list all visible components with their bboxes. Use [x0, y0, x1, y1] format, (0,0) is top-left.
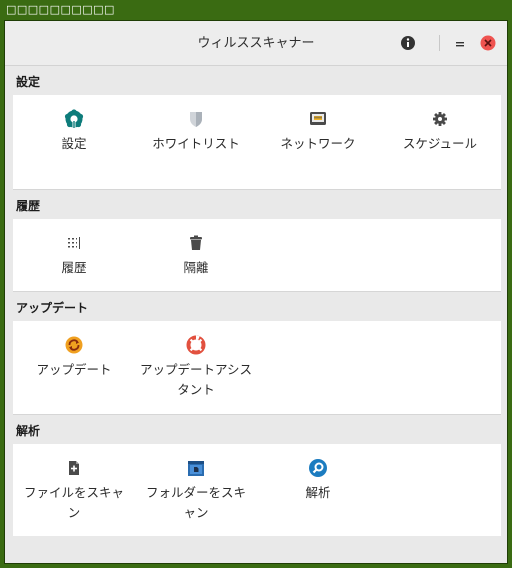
folder-icon — [188, 461, 204, 476]
trash-icon — [190, 235, 202, 250]
scan-file-item[interactable]: ファイルをスキャン — [13, 444, 135, 536]
refresh-icon — [65, 336, 83, 354]
settings-label: 設定 — [61, 136, 87, 151]
magnifier-icon — [309, 459, 327, 477]
section-title-analysis: 解析 — [16, 424, 41, 438]
quarantine-item[interactable]: 隔離 — [135, 219, 257, 291]
whitelist-label: ホワイトリスト — [152, 136, 240, 151]
window-title: ウィルススキャナー — [197, 36, 315, 51]
window-header: ウィルススキャナー — [5, 21, 507, 66]
analysis-label: 解析 — [305, 485, 331, 500]
scan-folder-item[interactable]: フォルダーをスキャン — [135, 444, 257, 536]
history-panel: 履歴 隔離 — [13, 219, 501, 292]
scan-folder-label: フォルダーをスキャン — [145, 485, 246, 520]
schedule-label: スケジュール — [402, 136, 478, 151]
whitelist-item[interactable]: ホワイトリスト — [135, 95, 257, 189]
section-title-history: 履歴 — [16, 199, 41, 213]
section-title-settings: 設定 — [16, 75, 41, 89]
section-title-update: アップデート — [16, 301, 89, 315]
network-icon — [310, 112, 326, 125]
update-label: アップデート — [36, 362, 112, 377]
history-label: 履歴 — [61, 260, 87, 275]
analysis-panel: ファイルをスキャン フォルダーをスキャン 解析 — [13, 444, 501, 536]
network-item[interactable]: ネットワーク — [257, 95, 379, 189]
shield-icon — [190, 112, 202, 127]
tool-sections: 設定 設定 ホワイトリスト ネットワーク スケジュール 履歴 履歴 隔離 アップ… — [13, 69, 501, 536]
gear-icon — [433, 112, 447, 126]
header-separator — [439, 35, 440, 51]
analysis-item[interactable]: 解析 — [257, 444, 379, 536]
minimize-icon[interactable] — [451, 34, 469, 52]
update-assistant-item[interactable]: アップデートアシスタント — [135, 321, 257, 414]
quarantine-label: 隔離 — [183, 260, 209, 275]
settings-item[interactable]: 設定 — [13, 95, 135, 189]
update-panel: アップデート アップデートアシスタント — [13, 321, 501, 415]
virus-scanner-window: ウィルススキャナー 設定 設定 ホワイトリスト ネットワーク スケジュール 履歴… — [4, 20, 508, 564]
settings-panel: 設定 ホワイトリスト ネットワーク スケジュール — [13, 95, 501, 190]
update-assistant-label: アップデートアシスタント — [140, 362, 253, 397]
info-icon[interactable] — [399, 34, 417, 52]
history-item[interactable]: 履歴 — [13, 219, 135, 291]
file-plus-icon — [69, 461, 79, 475]
network-label: ネットワーク — [280, 136, 356, 151]
settings-gear-icon — [64, 109, 84, 128]
scan-file-label: ファイルをスキャン — [23, 485, 124, 520]
update-item[interactable]: アップデート — [13, 321, 135, 414]
history-list-icon — [68, 237, 80, 249]
schedule-item[interactable]: スケジュール — [379, 95, 501, 189]
lifebuoy-icon — [186, 335, 206, 355]
close-icon[interactable] — [479, 34, 497, 52]
outer-window-title: □□□□□□□□□□ — [6, 3, 115, 16]
